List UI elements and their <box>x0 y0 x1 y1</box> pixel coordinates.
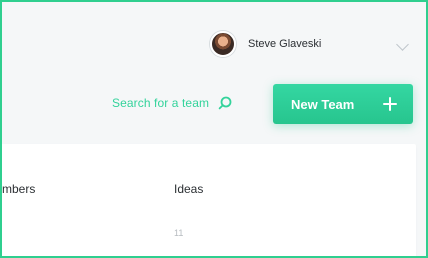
app-frame: Steve Glaveski Search for a team New Tea… <box>0 0 428 258</box>
user-menu[interactable]: Steve Glaveski <box>210 30 321 58</box>
search-label[interactable]: Search for a team <box>112 96 209 110</box>
chevron-down-icon[interactable] <box>396 38 409 51</box>
new-team-label: New Team <box>291 96 355 112</box>
teams-table: mbers Ideas 11 <box>2 144 416 256</box>
user-name: Steve Glaveski <box>248 38 322 50</box>
column-header-ideas[interactable]: Ideas <box>174 182 203 196</box>
ideas-count: 11 <box>174 228 184 238</box>
search-icon[interactable] <box>217 95 233 111</box>
topbar: Steve Glaveski <box>2 2 426 84</box>
team-search[interactable]: Search for a team <box>112 94 233 112</box>
avatar[interactable] <box>210 31 236 57</box>
new-team-button[interactable]: New Team <box>273 84 413 124</box>
column-header-members[interactable]: mbers <box>2 182 35 196</box>
plus-icon <box>383 97 397 111</box>
